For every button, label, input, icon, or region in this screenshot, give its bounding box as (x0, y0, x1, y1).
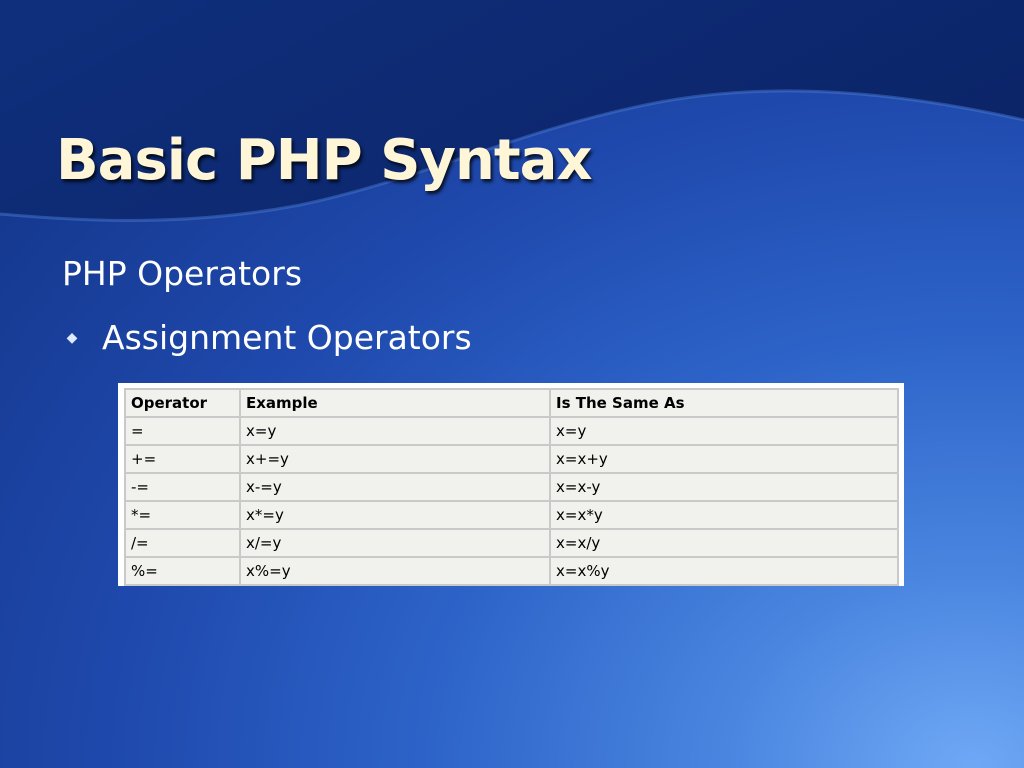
header-operator: Operator (124, 388, 241, 418)
cell-operator: = (124, 416, 241, 446)
cell-same-as: x=x+y (549, 444, 899, 474)
section-heading: PHP Operators (62, 254, 303, 293)
diamond-bullet-icon: ◆ (66, 329, 78, 346)
cell-same-as: x=x%y (549, 556, 899, 586)
table-row: *= x*=y x=x*y (124, 500, 899, 530)
cell-example: x-=y (239, 472, 551, 502)
cell-same-as: x=x-y (549, 472, 899, 502)
table-row: /= x/=y x=x/y (124, 528, 899, 558)
table-row: = x=y x=y (124, 416, 899, 446)
cell-operator: %= (124, 556, 241, 586)
cell-example: x*=y (239, 500, 551, 530)
table-header-row: Operator Example Is The Same As (124, 388, 899, 418)
cell-operator: -= (124, 472, 241, 502)
cell-operator: *= (124, 500, 241, 530)
table-row: %= x%=y x=x%y (124, 556, 899, 586)
table-row: += x+=y x=x+y (124, 444, 899, 474)
cell-operator: += (124, 444, 241, 474)
bullet-item: ◆ Assignment Operators (62, 318, 472, 357)
cell-same-as: x=y (549, 416, 899, 446)
operators-table-container: Operator Example Is The Same As = x=y x=… (118, 383, 904, 586)
cell-same-as: x=x*y (549, 500, 899, 530)
bullet-text: Assignment Operators (102, 318, 472, 357)
cell-example: x+=y (239, 444, 551, 474)
cell-example: x/=y (239, 528, 551, 558)
table-row: -= x-=y x=x-y (124, 472, 899, 502)
cell-operator: /= (124, 528, 241, 558)
cell-example: x%=y (239, 556, 551, 586)
cell-same-as: x=x/y (549, 528, 899, 558)
cell-example: x=y (239, 416, 551, 446)
assignment-operators-table: Operator Example Is The Same As = x=y x=… (124, 388, 899, 586)
header-example: Example (239, 388, 551, 418)
header-same-as: Is The Same As (549, 388, 899, 418)
slide-title: Basic PHP Syntax (56, 128, 593, 193)
